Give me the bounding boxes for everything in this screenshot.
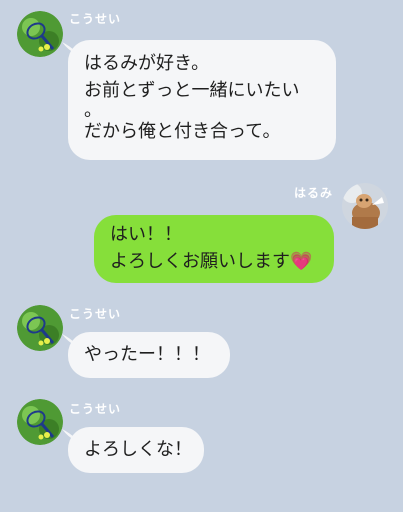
message-line: お前とずっと一緒にいたい: [84, 80, 300, 101]
message-bubble[interactable]: やったー！！！: [68, 332, 230, 378]
message-line: 。: [84, 100, 102, 121]
message-bubble-outgoing[interactable]: はい！！ よろしくお願いします💗: [94, 215, 334, 283]
message-bubble[interactable]: はるみが好き。 お前とずっと一緒にいたい 。 だから俺と付き合って。: [68, 40, 336, 160]
tennis-racket-avatar-icon[interactable]: [17, 399, 63, 445]
heart-emoji-icon: 💗: [290, 251, 313, 272]
sender-name: こうせい: [69, 307, 122, 321]
message-line: はい！！: [110, 224, 182, 245]
sender-name: こうせい: [69, 402, 122, 416]
message-line: よろしくお願いします💗: [110, 248, 318, 275]
message-text: よろしくお願いします: [110, 251, 290, 272]
message-bubble[interactable]: よろしくな！: [68, 427, 204, 473]
message-line: はるみが好き。: [84, 53, 210, 74]
tennis-racket-avatar-icon[interactable]: [17, 11, 63, 57]
message-line: やったー！！！: [84, 344, 210, 365]
photo-avatar-icon[interactable]: [342, 183, 388, 229]
message-line: よろしくな！: [84, 439, 192, 460]
message-line: だから俺と付き合って。: [84, 121, 281, 142]
receiver-name: はるみ: [294, 186, 334, 200]
tennis-racket-avatar-icon[interactable]: [17, 305, 63, 351]
sender-name: こうせい: [69, 12, 122, 26]
